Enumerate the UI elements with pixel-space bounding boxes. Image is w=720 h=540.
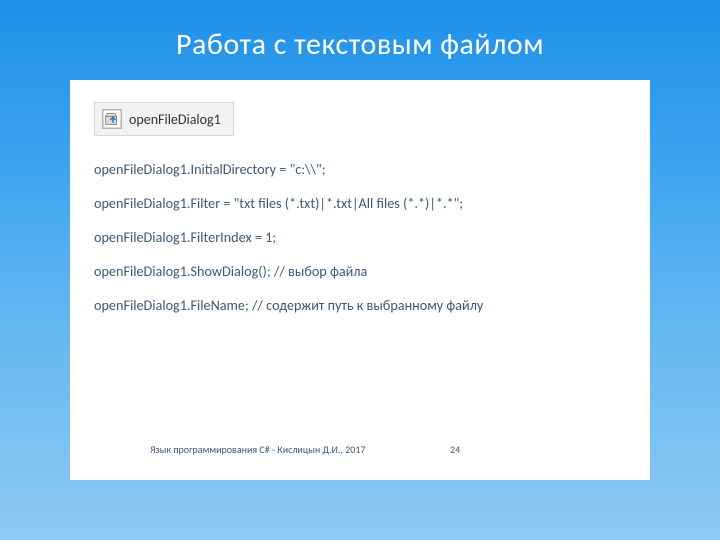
slide-title: Работа с текстовым файлом (0, 26, 720, 63)
code-line: openFileDialog1.FileName; // содержит пу… (94, 296, 650, 314)
code-line: openFileDialog1.ShowDialog(); // выбор ф… (94, 262, 650, 280)
openfiledialog-label: openFileDialog1 (129, 111, 221, 128)
openfiledialog-control: openFileDialog1 (94, 102, 234, 136)
slide-footer: Язык программирования C# - Кислицын Д.И.… (150, 443, 710, 456)
footer-author: Язык программирования C# - Кислицын Д.И.… (150, 443, 365, 456)
page-number: 24 (450, 443, 460, 456)
code-line: openFileDialog1.InitialDirectory = "c:\\… (94, 160, 650, 178)
code-line: openFileDialog1.FilterIndex = 1; (94, 228, 650, 246)
code-block: openFileDialog1.InitialDirectory = "c:\\… (94, 160, 650, 314)
code-line: openFileDialog1.Filter = "txt files (*.t… (94, 194, 650, 212)
open-file-dialog-icon (101, 108, 123, 130)
content-box: openFileDialog1 openFileDialog1.InitialD… (70, 80, 650, 480)
slide: Работа с текстовым файлом openFileDialog… (0, 0, 720, 540)
